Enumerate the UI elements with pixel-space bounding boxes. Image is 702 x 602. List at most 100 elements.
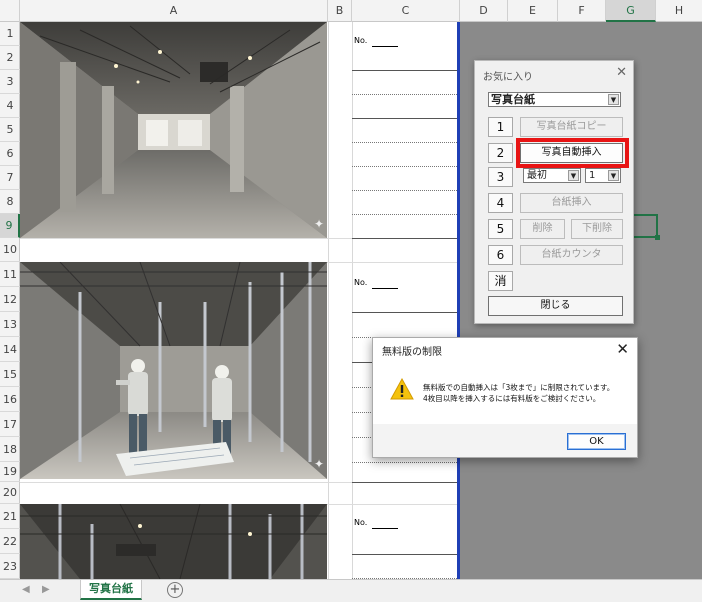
favorites-panel: お気に入り ✕ 写真台紙 ▼ 1 写真台紙コピー 2 写真自動挿入 3 最初 ▼… bbox=[474, 60, 634, 324]
dialog-message-line-2: 4枚目以降を挿入するには有料版をご検討ください。 bbox=[423, 394, 601, 403]
insert-position-value: 最初 bbox=[527, 170, 547, 181]
photo-number-label: No. bbox=[354, 36, 368, 45]
sheet-counter-button[interactable]: 台紙カウンタ bbox=[520, 245, 623, 265]
dialog-close-icon[interactable]: ✕ bbox=[616, 340, 629, 358]
row-header-17[interactable]: 17 bbox=[0, 412, 20, 437]
delete-below-button[interactable]: 下削除 bbox=[571, 219, 623, 239]
svg-text:✦: ✦ bbox=[314, 457, 324, 471]
form-line bbox=[352, 482, 457, 483]
warning-icon bbox=[390, 378, 414, 400]
row-header-5[interactable]: 5 bbox=[0, 118, 20, 142]
delete-button[interactable]: 削除 bbox=[520, 219, 565, 239]
svg-text:✦: ✦ bbox=[314, 217, 324, 231]
template-select[interactable]: 写真台紙 ▼ bbox=[488, 92, 621, 107]
row-header-11[interactable]: 11 bbox=[0, 262, 20, 287]
form-line bbox=[352, 462, 457, 463]
close-panel-button[interactable]: 閉じる bbox=[488, 296, 623, 316]
form-line bbox=[352, 190, 457, 191]
construction-ceiling-photo[interactable] bbox=[20, 504, 327, 579]
button-1[interactable]: 1 bbox=[488, 117, 513, 137]
photo-number-label: No. bbox=[354, 278, 368, 287]
row-header-19[interactable]: 19 bbox=[0, 462, 20, 482]
column-header-b[interactable]: B bbox=[328, 0, 352, 22]
insert-sheet-button[interactable]: 台紙挿入 bbox=[520, 193, 623, 213]
scroll-right-icon[interactable]: ▶ bbox=[42, 584, 50, 595]
photo-number-underline bbox=[372, 288, 398, 289]
row-header-16[interactable]: 16 bbox=[0, 387, 20, 412]
print-area-border bbox=[457, 22, 460, 579]
row-header-7[interactable]: 7 bbox=[0, 166, 20, 190]
chevron-down-icon[interactable]: ▼ bbox=[608, 94, 619, 105]
row-header-3[interactable]: 3 bbox=[0, 70, 20, 94]
button-3[interactable]: 3 bbox=[488, 167, 513, 187]
row-header-14[interactable]: 14 bbox=[0, 337, 20, 362]
row-header-9[interactable]: 9 bbox=[0, 214, 20, 238]
row-header-6[interactable]: 6 bbox=[0, 142, 20, 166]
row-header-1[interactable]: 1 bbox=[0, 22, 20, 46]
insert-count-select[interactable]: 1 ▼ bbox=[585, 168, 621, 183]
column-b-cells[interactable] bbox=[328, 22, 352, 579]
column-header-d[interactable]: D bbox=[460, 0, 508, 22]
column-header-h[interactable]: H bbox=[656, 0, 702, 22]
row-header-bar: 1 2 3 4 5 6 7 8 9 10 11 12 13 14 15 16 1… bbox=[0, 22, 20, 579]
ok-button[interactable]: OK bbox=[567, 433, 626, 450]
form-line bbox=[352, 554, 457, 555]
dialog-body: 無料版での自動挿入は「3枚まで」に制限されています。 4枚目以降を挿入するには有… bbox=[373, 362, 637, 424]
form-line bbox=[352, 94, 457, 95]
column-header-a[interactable]: A bbox=[20, 0, 328, 22]
dialog-message: 無料版での自動挿入は「3枚まで」に制限されています。 4枚目以降を挿入するには有… bbox=[423, 382, 614, 404]
dialog-message-line-1: 無料版での自動挿入は「3枚まで」に制限されています。 bbox=[423, 383, 615, 392]
photo-number-underline bbox=[372, 528, 398, 529]
form-line bbox=[352, 118, 457, 119]
form-line bbox=[352, 214, 457, 215]
form-line bbox=[352, 166, 457, 167]
form-line bbox=[352, 70, 457, 71]
dialog-title: 無料版の制限 bbox=[382, 347, 442, 358]
photo-number-label: No. bbox=[354, 518, 368, 527]
chevron-down-icon[interactable]: ▼ bbox=[608, 170, 619, 181]
row-header-8[interactable]: 8 bbox=[0, 190, 20, 214]
workers-installing-studs-photo[interactable]: ✦ bbox=[20, 262, 327, 479]
sheet-tab-bar: ◀ ▶ 写真台紙 + bbox=[0, 579, 702, 602]
row-header-15[interactable]: 15 bbox=[0, 362, 20, 387]
add-sheet-icon[interactable]: + bbox=[167, 582, 183, 598]
row-header-23[interactable]: 23 bbox=[0, 554, 20, 579]
column-header-c[interactable]: C bbox=[352, 0, 460, 22]
row-header-20[interactable]: 20 bbox=[0, 482, 20, 504]
column-header-bar: A B C D E F G H bbox=[0, 0, 702, 22]
button-5[interactable]: 5 bbox=[488, 219, 513, 239]
row-header-4[interactable]: 4 bbox=[0, 94, 20, 118]
row-header-2[interactable]: 2 bbox=[0, 46, 20, 70]
row-header-22[interactable]: 22 bbox=[0, 529, 20, 554]
clear-button[interactable]: 消 bbox=[488, 271, 513, 291]
select-all-corner[interactable] bbox=[0, 0, 20, 22]
button-4[interactable]: 4 bbox=[488, 193, 513, 213]
button-6[interactable]: 6 bbox=[488, 245, 513, 265]
button-2[interactable]: 2 bbox=[488, 143, 513, 163]
favorites-close-icon[interactable]: ✕ bbox=[616, 65, 627, 80]
form-line bbox=[352, 312, 457, 313]
row-header-13[interactable]: 13 bbox=[0, 312, 20, 337]
row-header-10[interactable]: 10 bbox=[0, 238, 20, 262]
favorites-panel-title: お気に入り bbox=[483, 72, 533, 83]
row-header-21[interactable]: 21 bbox=[0, 504, 20, 529]
chevron-down-icon[interactable]: ▼ bbox=[568, 170, 579, 181]
highlight-box bbox=[516, 138, 629, 168]
insert-position-select[interactable]: 最初 ▼ bbox=[523, 168, 581, 183]
form-line bbox=[352, 238, 457, 239]
free-version-limit-dialog: 無料版の制限 ✕ 無料版での自動挿入は「3枚まで」に制限されています。 4枚目以… bbox=[372, 337, 638, 458]
row-header-12[interactable]: 12 bbox=[0, 287, 20, 312]
photo-number-underline bbox=[372, 46, 398, 47]
column-header-g[interactable]: G bbox=[606, 0, 656, 22]
empty-concrete-floor-photo[interactable]: ✦ bbox=[20, 22, 327, 238]
column-c-cells[interactable] bbox=[352, 22, 459, 579]
form-line bbox=[352, 142, 457, 143]
row-header-18[interactable]: 18 bbox=[0, 437, 20, 462]
dialog-title-bar: 無料版の制限 ✕ bbox=[373, 338, 637, 362]
copy-photo-sheet-button[interactable]: 写真台紙コピー bbox=[520, 117, 623, 137]
scroll-left-icon[interactable]: ◀ bbox=[22, 584, 30, 595]
column-header-f[interactable]: F bbox=[558, 0, 606, 22]
insert-count-value: 1 bbox=[589, 170, 596, 181]
column-header-e[interactable]: E bbox=[508, 0, 558, 22]
sheet-tab-active[interactable]: 写真台紙 bbox=[80, 580, 142, 600]
